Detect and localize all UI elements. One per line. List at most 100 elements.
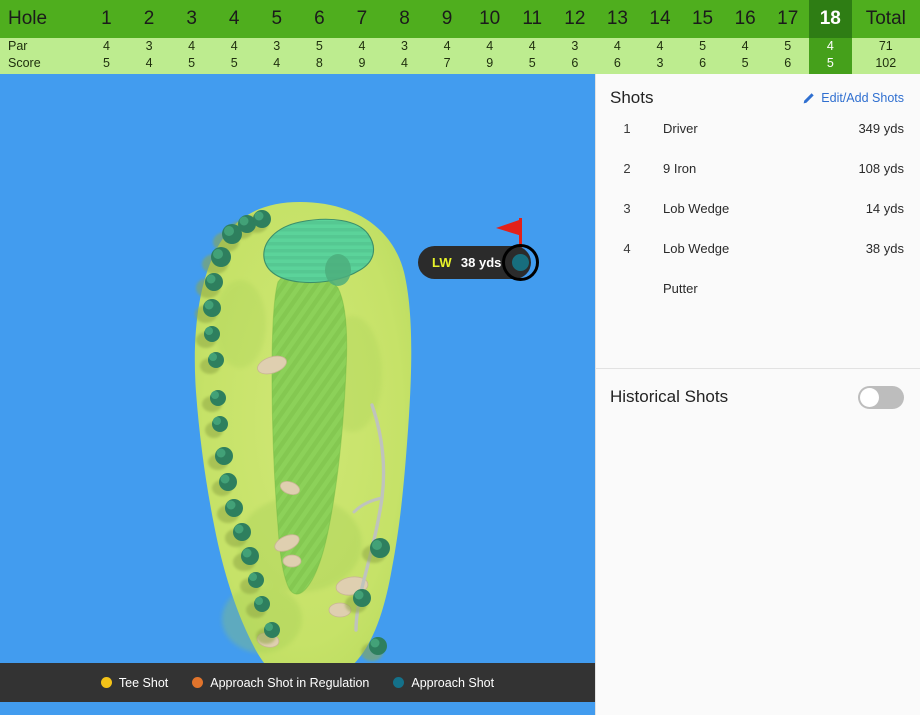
shot-club: Lob Wedge [663, 200, 730, 216]
shot-number: 4 [623, 240, 631, 256]
score-row-cell: 9 [340, 55, 384, 74]
score-row-total: 102 [851, 55, 920, 74]
shot-club: Driver [663, 120, 698, 136]
hole-map-graphic [0, 74, 595, 703]
map-legend: Tee Shot Approach Shot in Regulation Appro… [0, 663, 595, 702]
par-row-cell: 3 [383, 38, 426, 55]
shot-distance: 14 yds [865, 200, 904, 216]
par-row-cell: 4 [85, 38, 128, 55]
par-row-cell: 4 [212, 38, 256, 55]
shot-row[interactable]: 2 9 Iron 108 yds [596, 148, 920, 188]
panel-filler [596, 425, 920, 715]
shots-section: Shots Edit/Add Shots 1 Driver 349 yds 2 9 Ir… [596, 74, 920, 369]
historical-shots-toggle[interactable] [858, 385, 904, 409]
ball-position-dot[interactable] [512, 254, 529, 271]
hole-header-14[interactable]: 14 [638, 0, 682, 38]
hole-header-6[interactable]: 6 [298, 0, 341, 38]
par-row-cell: 4 [170, 38, 213, 55]
hole-header-18[interactable]: 18 [809, 0, 852, 38]
score-row-cell: 4 [255, 55, 299, 74]
hole-map[interactable]: LW 38 yds Tee Shot Approach Shot in Regul… [0, 74, 595, 715]
hole-header-9[interactable]: 9 [425, 0, 469, 38]
score-row-cell: 5 [170, 55, 213, 74]
legend-label: Approach Shot in Regulation [210, 675, 370, 690]
par-row-cell: 4 [340, 38, 384, 55]
shot-distance: 38 yds [865, 240, 904, 256]
legend-item: Approach Shot in Regulation [192, 676, 369, 690]
shot-tooltip-distance: 38 yds [460, 255, 502, 270]
content-area: LW 38 yds Tee Shot Approach Shot in Regul… [0, 74, 920, 715]
par-row: Par 4 3 4 4 3 5 4 3 4 4 4 3 4 4 5 4 5 4 71 [0, 38, 920, 55]
shot-club: Putter [663, 280, 698, 296]
score-row-cell: 4 [127, 55, 171, 74]
score-row-cell: 6 [596, 55, 639, 74]
historical-shots-section: Historical Shots [596, 369, 920, 425]
score-row-cell: 9 [468, 55, 511, 74]
hole-header-15[interactable]: 15 [681, 0, 724, 38]
par-row-cell: 4 [468, 38, 511, 55]
hole-header-5[interactable]: 5 [255, 0, 299, 38]
edit-add-shots-label: Edit/Add Shots [821, 91, 904, 105]
par-row-cell: 4 [425, 38, 469, 55]
par-row-cell: 5 [766, 38, 809, 55]
shot-marker[interactable]: LW 38 yds [418, 214, 548, 294]
hole-header-16[interactable]: 16 [723, 0, 767, 38]
side-panel: Shots Edit/Add Shots 1 Driver 349 yds 2 9 Ir… [595, 74, 920, 715]
score-row-cell: 6 [553, 55, 597, 74]
shots-header: Shots Edit/Add Shots [596, 74, 920, 108]
shots-title: Shots [610, 88, 654, 107]
scorecard-header-row: Hole 1 2 3 4 5 6 7 8 9 10 11 12 13 14 15 16 17 18 Total [0, 0, 920, 38]
par-row-total: 71 [851, 38, 920, 55]
score-row-cell: 8 [298, 55, 341, 74]
score-row-cell: 5 [212, 55, 256, 74]
par-row-cell: 4 [510, 38, 554, 55]
hole-header-11[interactable]: 11 [510, 0, 554, 38]
legend-color-dot [192, 677, 204, 688]
par-row-cell: 4 [809, 38, 852, 55]
hole-header-2[interactable]: 2 [127, 0, 171, 38]
par-row-cell: 3 [255, 38, 299, 55]
shot-club: Lob Wedge [663, 240, 730, 256]
shot-row[interactable]: Putter [596, 268, 920, 308]
hole-header-1[interactable]: 1 [85, 0, 128, 38]
par-row-cell: 5 [298, 38, 341, 55]
hole-header-10[interactable]: 10 [468, 0, 511, 38]
shot-distance: 108 yds [858, 160, 904, 176]
score-row-label: Score [0, 55, 86, 74]
score-row-cell: 5 [510, 55, 554, 74]
legend-item: Tee Shot [100, 675, 169, 690]
score-row-cell: 5 [85, 55, 128, 74]
hole-header-13[interactable]: 13 [596, 0, 639, 38]
hole-header-7[interactable]: 7 [340, 0, 384, 38]
shot-row[interactable]: 4 Lob Wedge 38 yds [596, 228, 920, 268]
scorecard: Hole 1 2 3 4 5 6 7 8 9 10 11 12 13 14 15 16 17 18 Total Par 4… [0, 0, 920, 74]
hole-header-8[interactable]: 8 [383, 0, 426, 38]
par-row-cell: 3 [553, 38, 597, 55]
score-row-cell: 6 [766, 55, 809, 74]
par-row-cell: 3 [127, 38, 171, 55]
scorecard-hole-label: Hole [0, 0, 86, 38]
shots-list: 1 Driver 349 yds 2 9 Iron 108 yds 3 Lob Wedge 14… [596, 108, 920, 308]
par-row-label: Par [0, 38, 86, 55]
score-row-cell: 3 [638, 55, 682, 74]
shot-row[interactable]: 3 Lob Wedge 14 yds [596, 188, 920, 228]
edit-add-shots-button[interactable]: Edit/Add Shots [802, 91, 904, 105]
hole-header-12[interactable]: 12 [553, 0, 597, 38]
hole-header-4[interactable]: 4 [212, 0, 256, 38]
legend-label: Approach Shot [411, 675, 495, 690]
historical-shots-title: Historical Shots [610, 387, 729, 406]
hole-header-17[interactable]: 17 [766, 0, 809, 38]
scorecard-total-label: Total [851, 0, 920, 38]
shot-number: 3 [623, 200, 631, 216]
pencil-icon [803, 92, 814, 103]
shot-number: 1 [623, 120, 631, 136]
legend-color-dot [100, 677, 112, 688]
shot-distance: 349 yds [858, 120, 904, 136]
legend-label: Tee Shot [118, 675, 169, 690]
shot-number: 2 [623, 160, 631, 176]
shot-row[interactable]: 1 Driver 349 yds [596, 108, 920, 148]
shot-tooltip-club: LW [432, 255, 452, 270]
hole-header-3[interactable]: 3 [170, 0, 213, 38]
score-row-cell: 5 [723, 55, 767, 74]
score-row-cell: 6 [681, 55, 724, 74]
